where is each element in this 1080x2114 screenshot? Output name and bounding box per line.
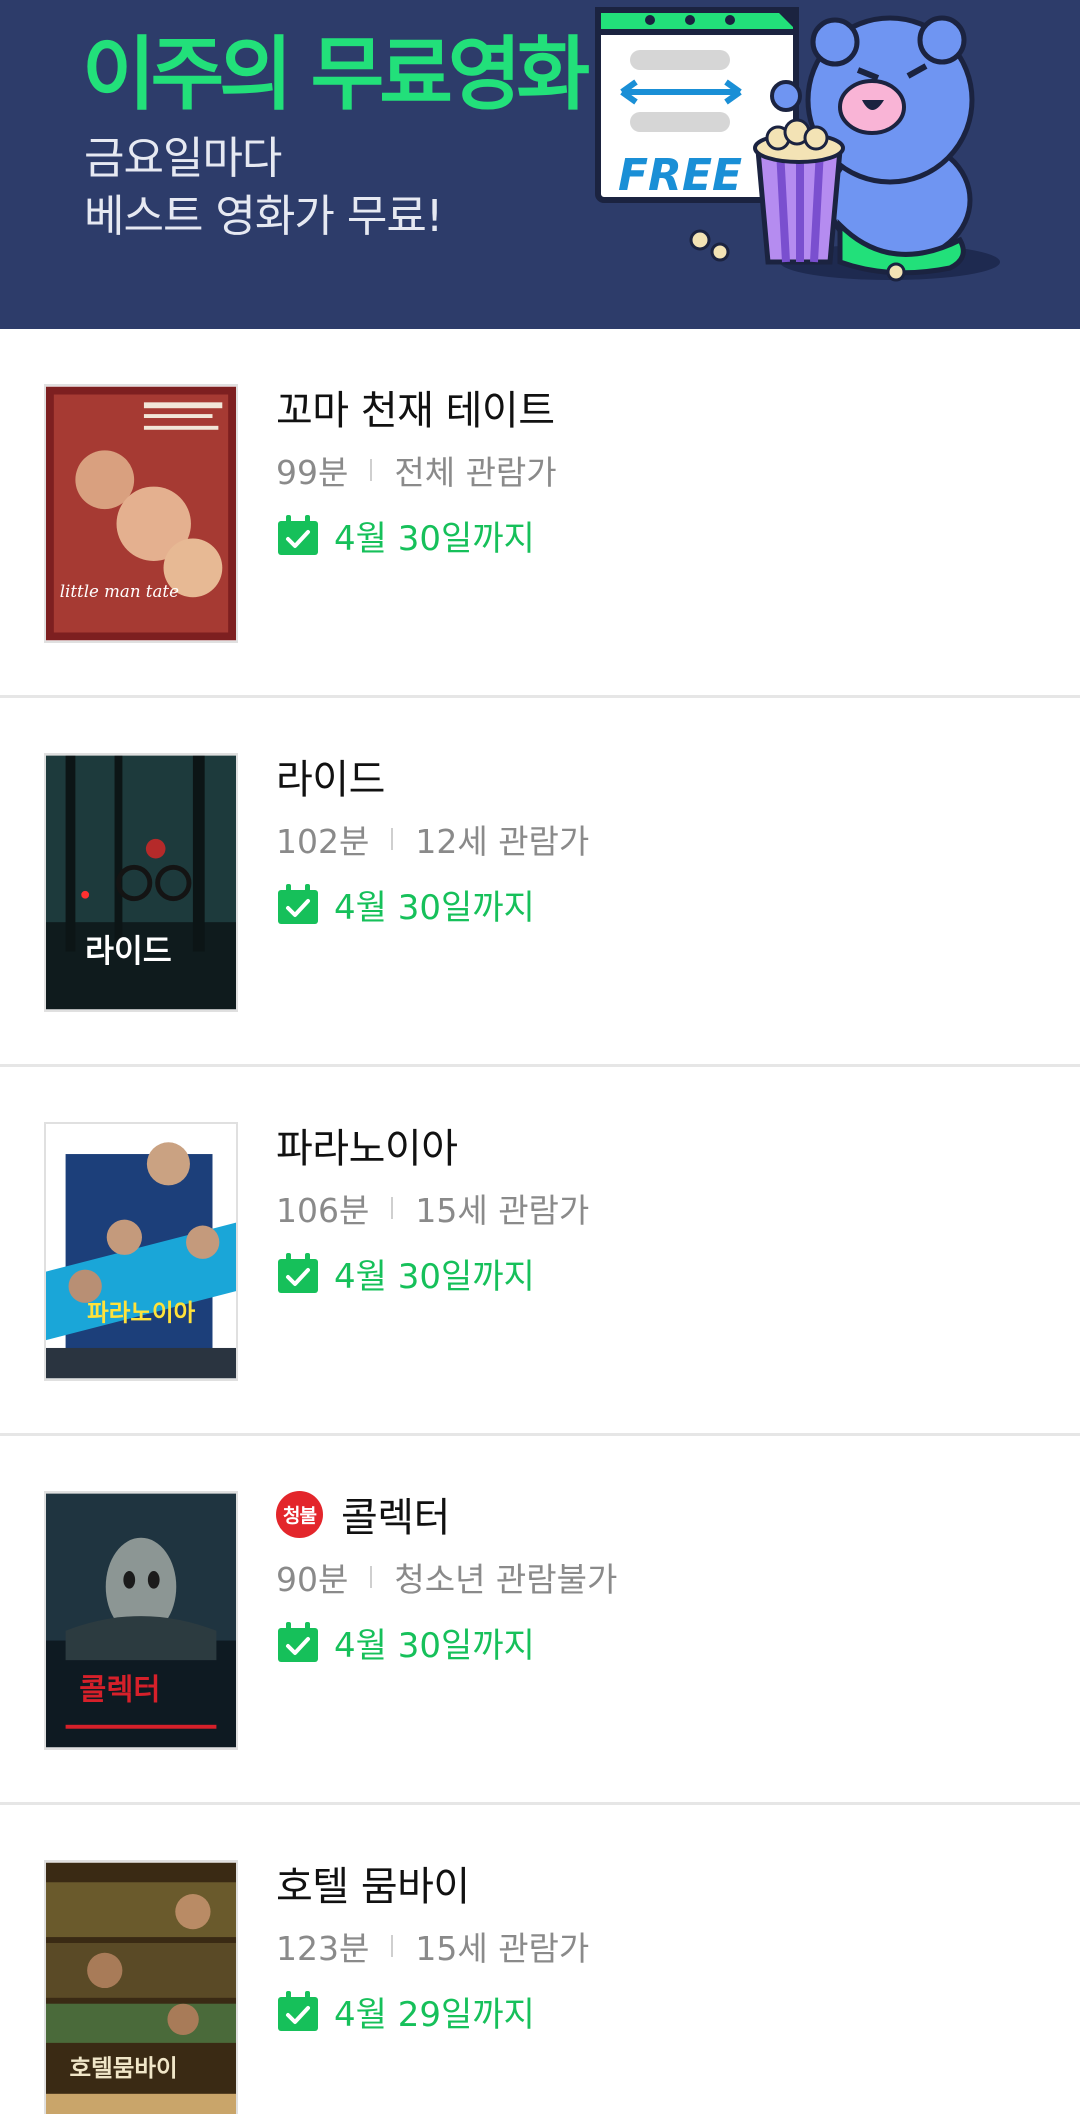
svg-text:라이드: 라이드 — [85, 933, 171, 969]
calendar-check-icon — [278, 515, 318, 555]
poster-image: 호텔뭄바이 — [46, 1862, 236, 2114]
svg-text:파라노이아: 파라노이아 — [87, 1299, 195, 1327]
movie-meta: 123분 15세 관람가 — [276, 1921, 1036, 1971]
bear-popcorn-illustration: FREE — [595, 7, 1000, 282]
calendar-check-icon — [278, 884, 318, 924]
movie-runtime: 102분 — [276, 822, 370, 861]
availability-label: 4월 30일까지 — [276, 1245, 1036, 1301]
availability-date: 4월 29일까지 — [334, 1994, 535, 2035]
movie-runtime: 99분 — [276, 453, 349, 492]
movie-list-item[interactable]: 라이드 라이드 102분 12세 관람가 4월 30일까지 — [0, 698, 1080, 1067]
availability-label: 4월 30일까지 — [276, 876, 1036, 932]
poster-image: 라이드 — [46, 755, 236, 1010]
poster-image: little man tate — [46, 386, 236, 641]
movie-poster[interactable]: 라이드 — [44, 753, 238, 1012]
movie-runtime: 123분 — [276, 1929, 370, 1968]
movie-info: 라이드 102분 12세 관람가 4월 30일까지 — [276, 746, 1036, 932]
svg-text:콜렉터: 콜렉터 — [79, 1672, 160, 1706]
poster-image: 파라노이아 — [46, 1124, 236, 1379]
movie-runtime: 106분 — [276, 1191, 370, 1230]
movie-title[interactable]: 꼬마 천재 테이트 — [276, 378, 555, 436]
availability-date: 4월 30일까지 — [334, 1256, 535, 1297]
movie-list-item[interactable]: little man tate 꼬마 천재 테이트 99분 전체 관람가 4월 … — [0, 329, 1080, 698]
svg-text:호텔뭄바이: 호텔뭄바이 — [70, 2054, 178, 2082]
movie-list: little man tate 꼬마 천재 테이트 99분 전체 관람가 4월 … — [0, 329, 1080, 2114]
movie-info: 파라노이아 106분 15세 관람가 4월 30일까지 — [276, 1115, 1036, 1301]
movie-title[interactable]: 파라노이아 — [276, 1116, 458, 1174]
movie-poster[interactable]: 콜렉터 — [44, 1491, 238, 1750]
movie-info: 꼬마 천재 테이트 99분 전체 관람가 4월 30일까지 — [276, 377, 1036, 563]
movie-meta: 106분 15세 관람가 — [276, 1183, 1036, 1233]
movie-title[interactable]: 라이드 — [276, 747, 385, 805]
meta-divider — [391, 1935, 394, 1957]
poster-image: 콜렉터 — [46, 1493, 236, 1748]
free-movie-banner[interactable]: 이주의 무료영화 금요일마다 베스트 영화가 무료! FREE — [0, 0, 1080, 329]
movie-list-item[interactable]: 콜렉터 청불 콜렉터 90분 청소년 관람불가 4월 30일까지 — [0, 1436, 1080, 1805]
meta-divider — [391, 1197, 394, 1219]
movie-list-item[interactable]: 호텔뭄바이 호텔 뭄바이 123분 15세 관람가 4월 29일까지 — [0, 1805, 1080, 2114]
svg-text:FREE: FREE — [618, 150, 742, 201]
availability-label: 4월 30일까지 — [276, 1614, 1036, 1670]
banner-subtitle-line1: 금요일마다 — [84, 133, 282, 184]
calendar-check-icon — [278, 1991, 318, 2031]
calendar-check-icon — [278, 1253, 318, 1293]
movie-info: 청불 콜렉터 90분 청소년 관람불가 4월 30일까지 — [276, 1484, 1036, 1670]
movie-title[interactable]: 콜렉터 — [341, 1485, 450, 1543]
meta-divider — [391, 828, 394, 850]
movie-poster[interactable]: 호텔뭄바이 — [44, 1860, 238, 2114]
svg-text:little man tate: little man tate — [60, 582, 179, 601]
movie-poster[interactable]: 파라노이아 — [44, 1122, 238, 1381]
movie-list-item[interactable]: 파라노이아 파라노이아 106분 15세 관람가 4월 30일까지 — [0, 1067, 1080, 1436]
calendar-check-icon — [278, 1622, 318, 1662]
movie-age-rating: 전체 관람가 — [394, 453, 557, 492]
movie-runtime: 90분 — [276, 1560, 349, 1599]
banner-subtitle-line2: 베스트 영화가 무료! — [84, 191, 443, 242]
movie-age-rating: 15세 관람가 — [415, 1929, 590, 1968]
movie-title[interactable]: 호텔 뭄바이 — [276, 1854, 470, 1912]
movie-poster[interactable]: little man tate — [44, 384, 238, 643]
movie-meta: 102분 12세 관람가 — [276, 814, 1036, 864]
movie-meta: 99분 전체 관람가 — [276, 445, 1036, 495]
availability-date: 4월 30일까지 — [334, 518, 535, 559]
movie-age-rating: 청소년 관람불가 — [394, 1560, 618, 1599]
movie-meta: 90분 청소년 관람불가 — [276, 1552, 1036, 1602]
meta-divider — [370, 459, 373, 481]
availability-label: 4월 30일까지 — [276, 507, 1036, 563]
adult-only-badge: 청불 — [276, 1490, 323, 1538]
meta-divider — [370, 1566, 373, 1588]
movie-age-rating: 15세 관람가 — [415, 1191, 590, 1230]
availability-label: 4월 29일까지 — [276, 1983, 1036, 2039]
movie-info: 호텔 뭄바이 123분 15세 관람가 4월 29일까지 — [276, 1853, 1036, 2039]
availability-date: 4월 30일까지 — [334, 1625, 535, 1666]
movie-age-rating: 12세 관람가 — [415, 822, 590, 861]
availability-date: 4월 30일까지 — [334, 887, 535, 928]
banner-title: 이주의 무료영화 — [82, 28, 590, 121]
